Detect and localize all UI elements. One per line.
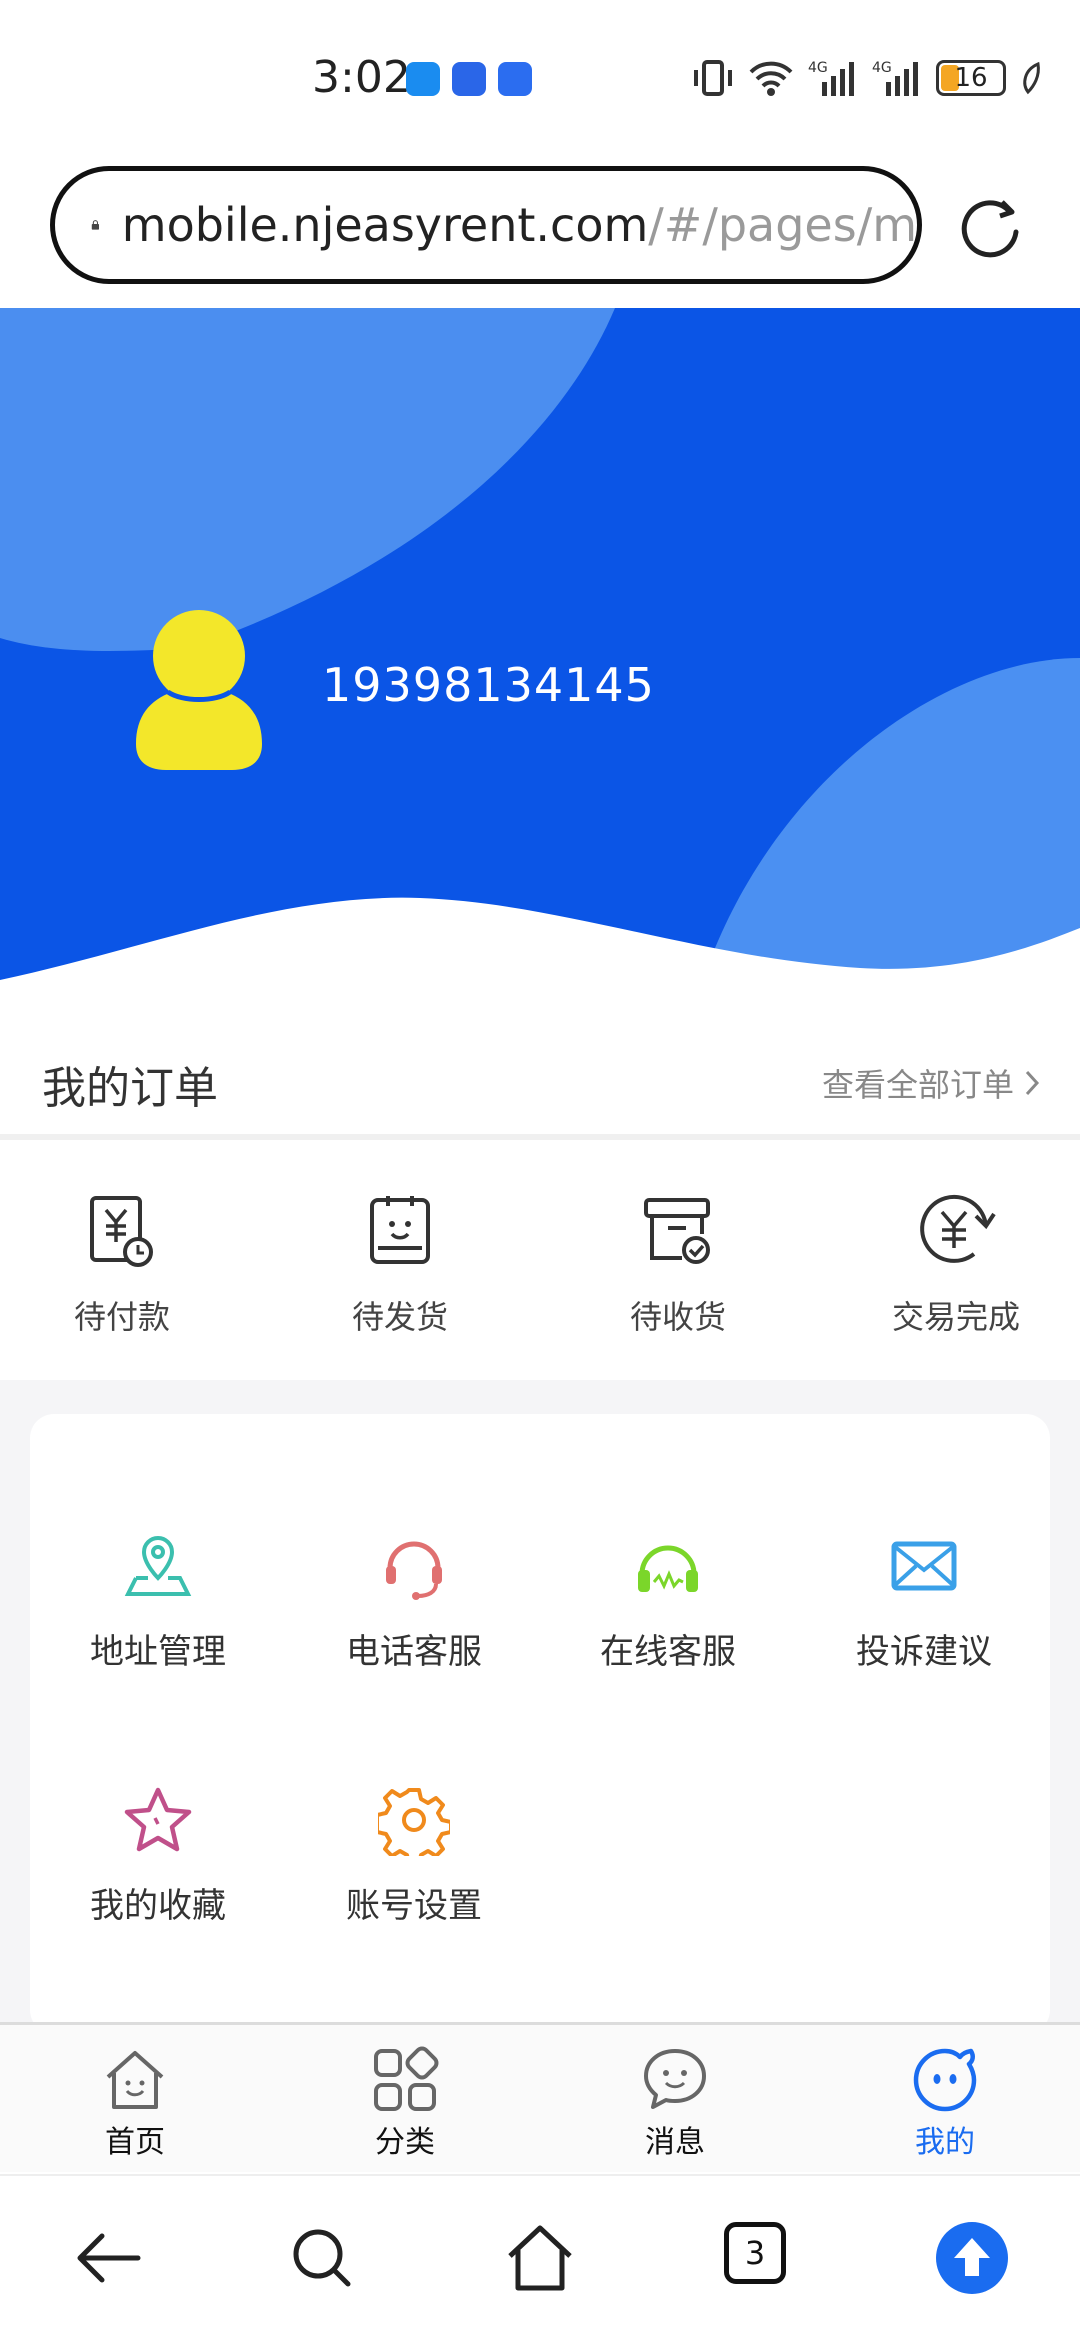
tab-messages-label: 消息 bbox=[645, 2125, 705, 2160]
chat-notification-icon bbox=[406, 62, 440, 96]
pending-shipment-icon bbox=[370, 1196, 430, 1264]
services-card: 地址管理 电话客服 在线客服 投诉建议 我的收藏 账号设置 bbox=[30, 1414, 1050, 2034]
wifi-icon bbox=[749, 61, 793, 96]
message-icon bbox=[644, 2049, 706, 2109]
my-favorites[interactable]: 我的收藏 bbox=[58, 1784, 258, 1927]
vibrate-icon bbox=[694, 60, 732, 96]
orders-header: 我的订单 查看全部订单 bbox=[0, 1012, 1080, 1140]
app-notification-icon bbox=[498, 62, 532, 96]
status-bar: 3:02 4G 4G 16 bbox=[0, 0, 1080, 150]
battery-indicator: 16 bbox=[936, 60, 1006, 96]
reload-icon[interactable] bbox=[956, 192, 1024, 260]
order-completed-label: 交易完成 bbox=[891, 1298, 1020, 1336]
orders-title: 我的订单 bbox=[42, 1063, 218, 1114]
signal-4g-icon-2: 4G bbox=[872, 60, 918, 96]
user-phone: 19398134145 bbox=[322, 658, 655, 712]
tab-home[interactable]: 首页 bbox=[60, 2045, 210, 2161]
category-icon bbox=[374, 2046, 439, 2111]
leaf-icon bbox=[1023, 61, 1040, 95]
order-pending-receipt-label: 待收货 bbox=[629, 1298, 726, 1336]
mail-icon bbox=[891, 1541, 957, 1591]
signal-4g-icon-1: 4G bbox=[808, 60, 854, 96]
home-nav-icon[interactable] bbox=[500, 2218, 580, 2298]
status-time: 3:02 bbox=[312, 52, 411, 103]
online-service[interactable]: 在线客服 bbox=[568, 1530, 768, 1673]
profile-icon bbox=[913, 2048, 977, 2112]
url-text[interactable]: mobile.njeasyrent.com/#/pages/m bbox=[122, 198, 917, 252]
completed-icon bbox=[920, 1194, 996, 1263]
tab-count: 3 bbox=[744, 2234, 766, 2272]
view-all-orders-label: 查看全部订单 bbox=[821, 1066, 1014, 1104]
tab-messages[interactable]: 消息 bbox=[600, 2045, 750, 2161]
address-management-label: 地址管理 bbox=[90, 1632, 226, 1672]
bottom-tab-bar: 首页 分类 消息 我的 bbox=[0, 2022, 1080, 2172]
complaints-suggestions-label: 投诉建议 bbox=[856, 1632, 992, 1672]
tab-profile-label: 我的 bbox=[915, 2125, 975, 2160]
complaints-suggestions[interactable]: 投诉建议 bbox=[824, 1530, 1024, 1673]
tab-category-label: 分类 bbox=[375, 2125, 435, 2160]
tab-home-label: 首页 bbox=[105, 2125, 165, 2160]
browser-navigation-bar bbox=[0, 2174, 1080, 2340]
pending-receipt-icon bbox=[644, 1198, 710, 1264]
url-path: /#/pages/m bbox=[648, 198, 917, 252]
gear-icon bbox=[378, 1788, 450, 1856]
view-all-orders-link[interactable]: 查看全部订单 bbox=[822, 1060, 1040, 1106]
system-icons: 4G 4G 16 bbox=[692, 58, 1042, 98]
arrow-up-icon bbox=[954, 2238, 990, 2276]
online-service-label: 在线客服 bbox=[600, 1632, 736, 1672]
headset-icon bbox=[386, 1541, 442, 1600]
tab-profile[interactable]: 我的 bbox=[870, 2045, 1020, 2161]
upload-button[interactable] bbox=[936, 2222, 1008, 2294]
svg-text:4G: 4G bbox=[808, 60, 828, 76]
lock-icon bbox=[91, 220, 100, 230]
order-status-row: 待付款 待发货 待收货 交易完成 bbox=[0, 1146, 1080, 1380]
profile-header: 19398134145 bbox=[0, 308, 1080, 1020]
phone-service-label: 电话客服 bbox=[346, 1632, 482, 1672]
home-icon bbox=[106, 2051, 164, 2109]
tab-switcher-button[interactable]: 3 bbox=[724, 2222, 786, 2284]
tab-category[interactable]: 分类 bbox=[330, 2045, 480, 2161]
order-pending-receipt[interactable]: 待收货 bbox=[578, 1190, 778, 1338]
location-icon bbox=[124, 1535, 192, 1596]
my-favorites-label: 我的收藏 bbox=[90, 1886, 226, 1926]
order-pending-shipment[interactable]: 待发货 bbox=[300, 1190, 500, 1338]
order-completed[interactable]: 交易完成 bbox=[856, 1190, 1056, 1338]
battery-level: 16 bbox=[954, 63, 988, 93]
avatar bbox=[136, 610, 262, 770]
address-management[interactable]: 地址管理 bbox=[58, 1530, 258, 1673]
back-arrow-icon[interactable] bbox=[68, 2218, 148, 2298]
headphones-icon bbox=[638, 1545, 698, 1592]
address-bar[interactable]: mobile.njeasyrent.com/#/pages/m bbox=[50, 166, 922, 284]
phone-service[interactable]: 电话客服 bbox=[314, 1530, 514, 1673]
voice-notification-icon bbox=[452, 62, 486, 96]
url-domain: mobile.njeasyrent.com bbox=[121, 198, 649, 252]
search-icon[interactable] bbox=[282, 2218, 362, 2298]
order-pending-payment[interactable]: 待付款 bbox=[22, 1190, 222, 1338]
star-icon bbox=[124, 1787, 192, 1852]
account-settings-label: 账号设置 bbox=[346, 1886, 482, 1926]
account-settings[interactable]: 账号设置 bbox=[314, 1784, 514, 1927]
pending-payment-icon bbox=[90, 1196, 153, 1267]
order-pending-shipment-label: 待发货 bbox=[351, 1298, 448, 1336]
svg-text:4G: 4G bbox=[872, 60, 892, 76]
chevron-right-icon bbox=[1025, 1070, 1040, 1096]
order-pending-payment-label: 待付款 bbox=[73, 1298, 170, 1336]
